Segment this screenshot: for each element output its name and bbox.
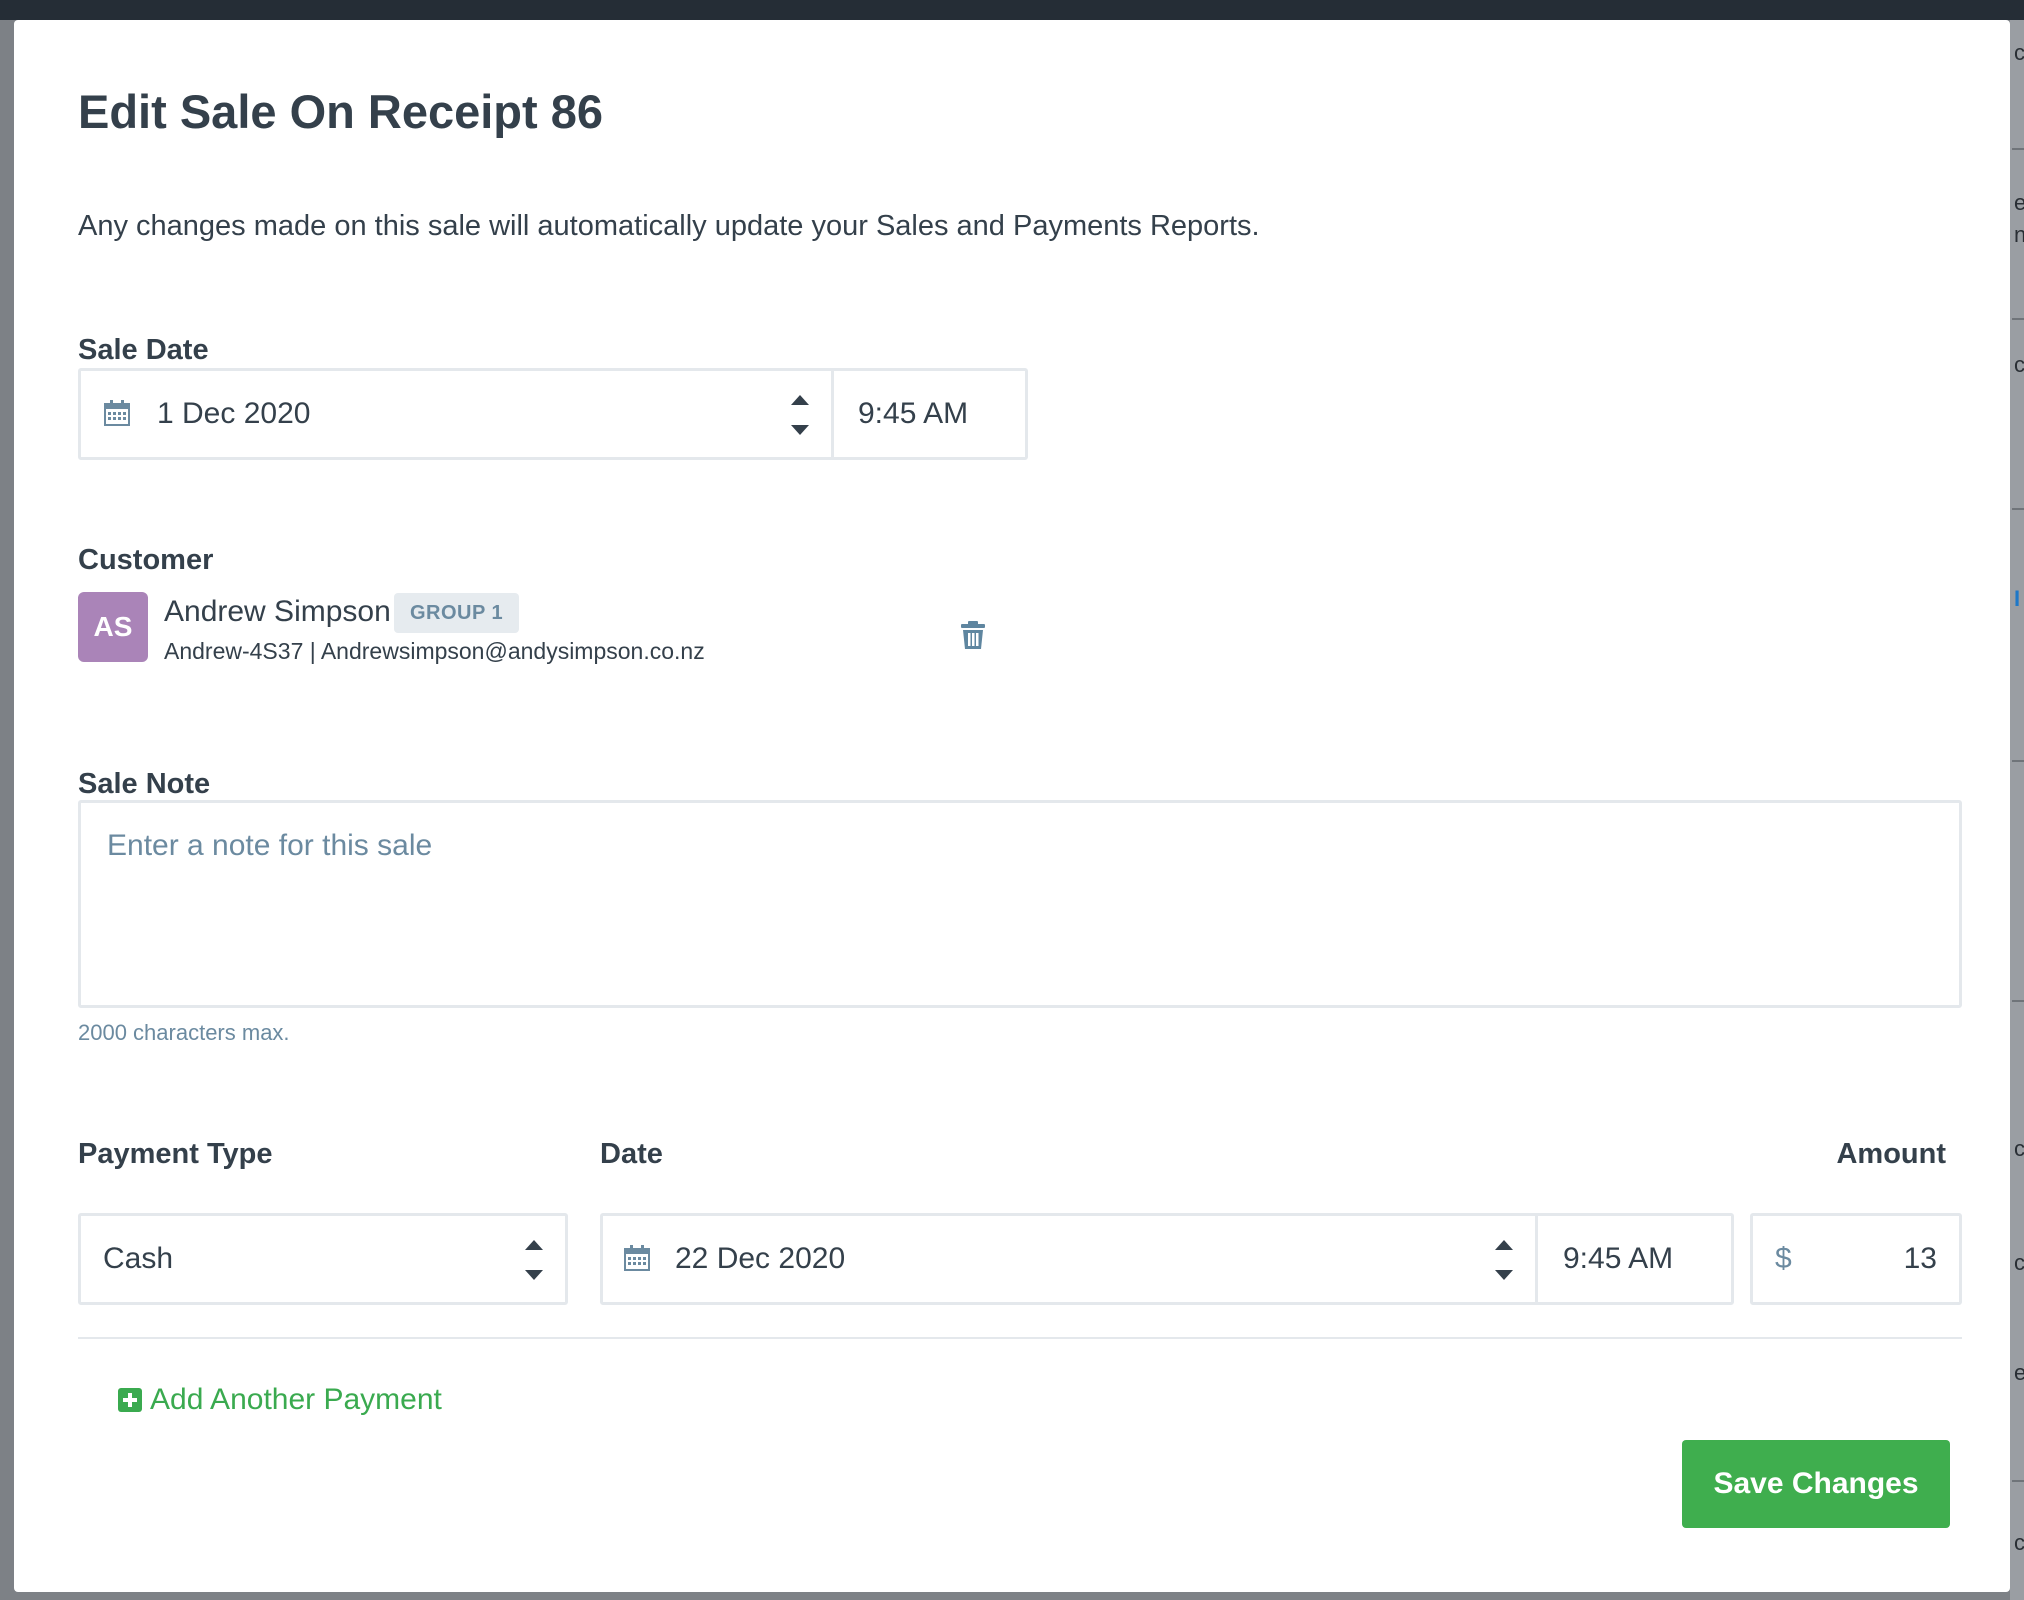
- payment-date-spinner-icon[interactable]: [1493, 1238, 1515, 1282]
- sale-note-box: [78, 800, 1962, 1008]
- customer-details: Andrew-4S37 | Andrewsimpson@andysimpson.…: [164, 638, 705, 664]
- sale-date-value: 1 Dec 2020: [157, 397, 311, 430]
- currency-symbol: $: [1775, 1242, 1792, 1275]
- payment-type-spinner-icon[interactable]: [523, 1238, 545, 1282]
- sale-note-input[interactable]: [81, 803, 1959, 1005]
- payment-date-label: Date: [600, 1138, 663, 1170]
- background-divider: [2012, 508, 2024, 510]
- avatar: AS: [78, 592, 148, 662]
- background-fragment: e: [2014, 1360, 2024, 1384]
- modal-title: Edit Sale On Receipt 86: [78, 85, 604, 138]
- payment-type-value: Cash: [103, 1242, 174, 1275]
- app-top-bar: [0, 0, 2024, 20]
- background-divider: [2012, 1000, 2024, 1002]
- background-divider: [2012, 148, 2024, 150]
- sale-note-hint: 2000 characters max.: [78, 1020, 290, 1045]
- background-divider: [2012, 1480, 2024, 1482]
- background-fragment: c: [2014, 352, 2024, 376]
- payment-type-select[interactable]: Cash: [78, 1213, 568, 1305]
- payment-amount-value: 13: [1903, 1242, 1937, 1275]
- sale-time-value[interactable]: 9:45 AM: [858, 397, 968, 431]
- save-changes-button[interactable]: Save Changes: [1682, 1440, 1950, 1528]
- sale-date-label: Sale Date: [78, 334, 209, 366]
- background-fragment: c: [2014, 1250, 2024, 1274]
- calendar-icon: [624, 1245, 650, 1271]
- background-fragment: e: [2014, 190, 2024, 214]
- payment-amount-label: Amount: [1836, 1138, 1946, 1170]
- customer-name: Andrew Simpson: [164, 595, 391, 628]
- trash-icon[interactable]: [960, 620, 986, 650]
- calendar-icon: [104, 400, 130, 426]
- plus-square-icon: [118, 1388, 142, 1412]
- background-fragment: c: [2014, 40, 2024, 64]
- payment-type-label: Payment Type: [78, 1138, 273, 1170]
- add-another-payment-label: Add Another Payment: [150, 1383, 442, 1416]
- background-fragment: c: [2014, 1530, 2024, 1554]
- field-divider: [1535, 1216, 1538, 1302]
- background-fragment: c: [2014, 1136, 2024, 1160]
- sale-date-field[interactable]: 1 Dec 2020 9:45 AM: [78, 368, 1028, 460]
- customer-label: Customer: [78, 544, 214, 576]
- edit-sale-modal: Edit Sale On Receipt 86 Any changes made…: [14, 20, 2010, 1592]
- payment-date-field[interactable]: 22 Dec 2020 9:45 AM: [600, 1213, 1734, 1305]
- background-fragment: n: [2014, 222, 2024, 246]
- add-another-payment-button[interactable]: Add Another Payment: [118, 1380, 442, 1420]
- background-divider: [2012, 760, 2024, 762]
- customer-group-badge: GROUP 1: [394, 593, 520, 633]
- payment-date-value: 22 Dec 2020: [675, 1242, 846, 1275]
- modal-subtitle: Any changes made on this sale will autom…: [78, 210, 1260, 242]
- sale-date-spinner-icon[interactable]: [789, 393, 811, 437]
- field-divider: [831, 371, 834, 457]
- payment-time-value[interactable]: 9:45 AM: [1563, 1242, 1673, 1276]
- background-divider: [2012, 318, 2024, 320]
- background-fragment: I: [2014, 586, 2021, 610]
- sale-note-label: Sale Note: [78, 768, 211, 800]
- payment-amount-field[interactable]: $ 13: [1750, 1213, 1962, 1305]
- payment-divider: [78, 1337, 1962, 1339]
